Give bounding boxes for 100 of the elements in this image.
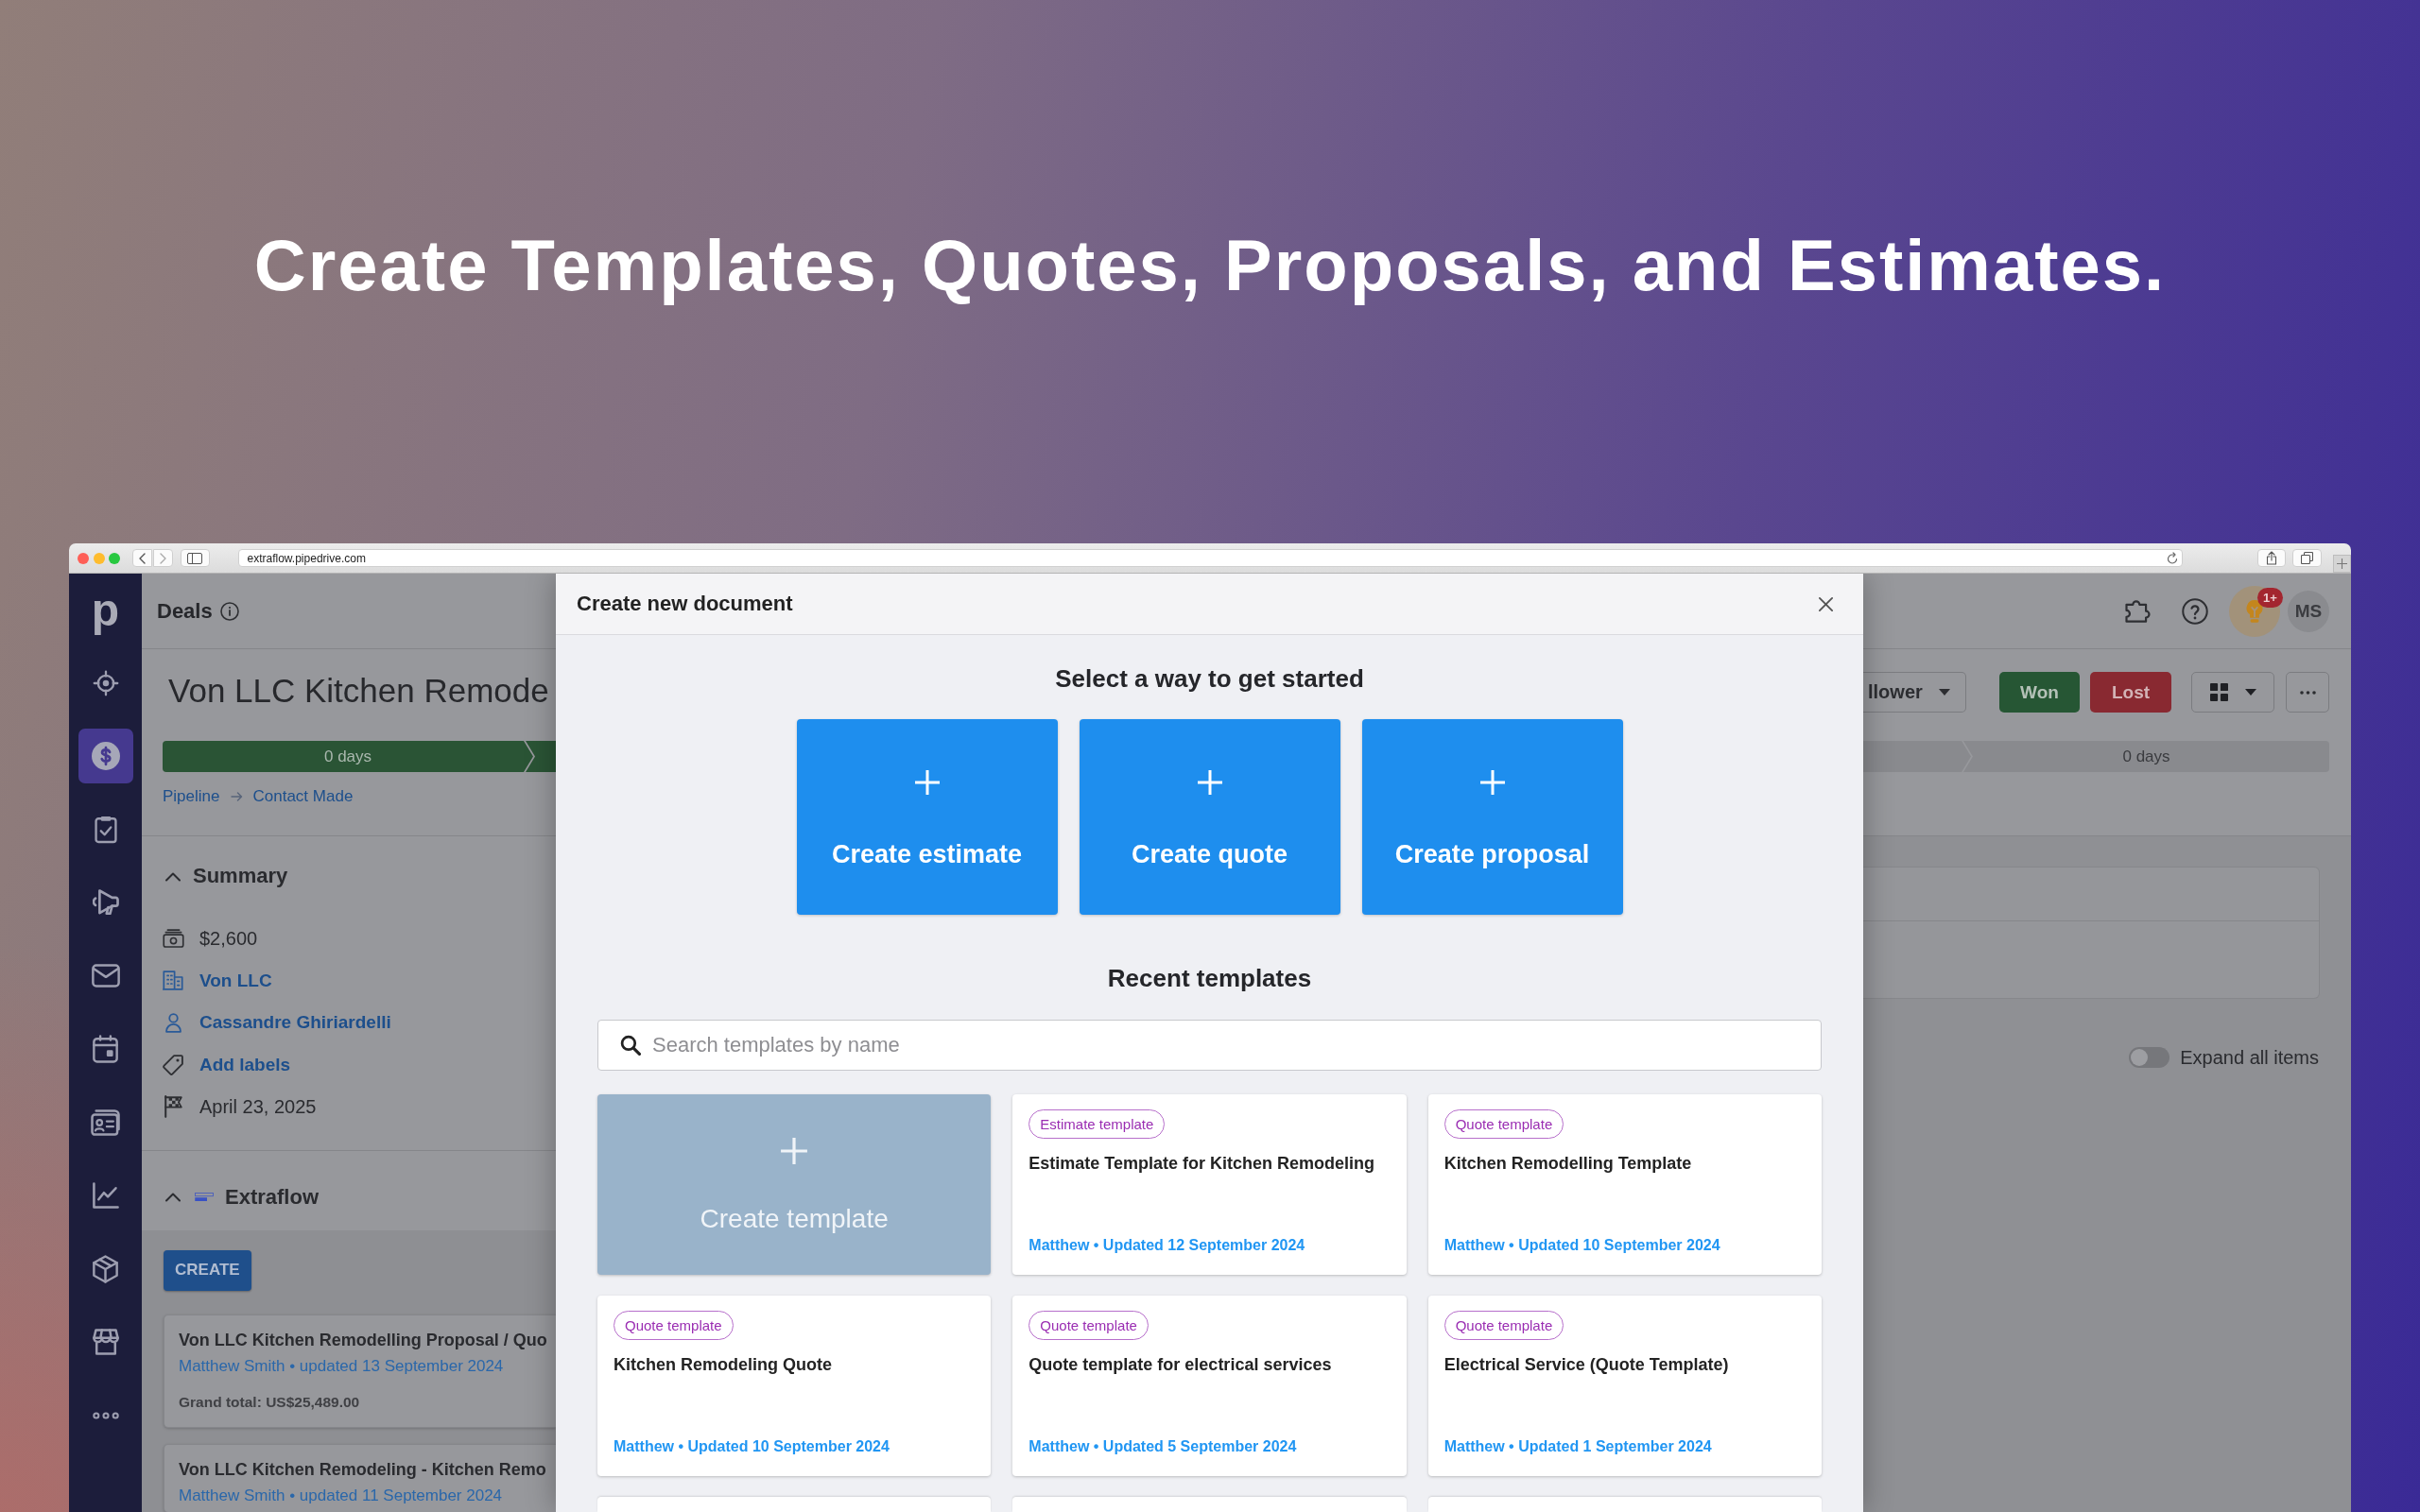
breadcrumb-link[interactable]: Contact Made — [252, 787, 354, 806]
sidebar-button[interactable] — [180, 549, 210, 567]
user-avatar[interactable]: MS — [2288, 590, 2329, 632]
tabs-icon — [2300, 552, 2313, 564]
section-heading: Recent templates — [1107, 964, 1312, 992]
plus-icon — [1478, 769, 1506, 796]
lost-button[interactable]: Lost — [2090, 672, 2171, 713]
reload-icon — [2166, 552, 2178, 564]
document-total: Grand total: US$25,489.00 — [179, 1392, 361, 1412]
template-card[interactable]: Quote template Kitchen Remodeling Quote Matthew • Updated 10 September 2024 — [597, 1296, 992, 1476]
chevron-up-icon[interactable] — [164, 1192, 182, 1202]
document-card[interactable]: Von LLC Kitchen Remodelling Proposal / Quo Matthew Smith • updated 13 September 2024 Grand total: US$25,489.00 — [164, 1314, 556, 1428]
chevron-up-icon[interactable] — [164, 870, 182, 882]
toggle-switch[interactable] — [2129, 1047, 2170, 1068]
plus-icon — [780, 1137, 809, 1165]
document-title: Von LLC Kitchen Remodelling Proposal / Quo — [179, 1329, 548, 1350]
new-tab-button[interactable] — [2332, 555, 2351, 573]
puzzle-icon[interactable] — [2125, 599, 2151, 623]
headline: Create Templates, Quotes, Proposals, and Estimates. — [253, 223, 2167, 307]
search-icon — [620, 1035, 641, 1056]
address-bar[interactable]: extraflow.pipedrive.com — [237, 549, 2183, 567]
grid-icon — [2209, 683, 2228, 701]
create-option-button[interactable]: Create estimate — [796, 719, 1058, 915]
create-option-button[interactable]: Create proposal — [1361, 719, 1623, 915]
notification-badge: 1+ — [2257, 587, 2283, 608]
target-icon — [92, 669, 119, 696]
section-title: Summary — [193, 864, 288, 888]
close-button[interactable] — [1818, 595, 1834, 612]
modal-title: Create new document — [577, 592, 793, 616]
document-title: Von LLC Kitchen Remodeling - Kitchen Remo — [179, 1458, 547, 1480]
plus-icon — [913, 769, 941, 796]
breadcrumb-link[interactable]: Pipeline — [163, 787, 220, 806]
organization-link[interactable]: Von LLC — [199, 969, 272, 992]
page-title: Deals — [157, 598, 213, 624]
cash-icon — [162, 929, 184, 949]
stage-segment[interactable]: 0 days — [163, 741, 533, 772]
create-button[interactable]: CREATE — [164, 1249, 251, 1291]
help-icon[interactable] — [2182, 597, 2208, 625]
plus-icon — [2336, 558, 2347, 569]
chevron-right-icon — [159, 552, 166, 564]
won-button[interactable]: Won — [1999, 672, 2080, 713]
envelope-icon — [91, 964, 120, 988]
chevron-left-icon — [138, 552, 146, 564]
lightbulb-icon — [2246, 599, 2263, 623]
stage-segment[interactable]: 0 days — [1963, 741, 2329, 772]
calendar-icon — [93, 1035, 118, 1064]
toggle-label: Expand all items — [2180, 1046, 2319, 1069]
line-chart-icon — [92, 1182, 119, 1210]
share-button[interactable] — [2256, 549, 2286, 567]
template-title: Estimate Template for Kitchen Remodeling — [1028, 1153, 1375, 1175]
cube-icon — [93, 1254, 118, 1283]
person-link[interactable]: Cassandre Ghiriardelli — [199, 1011, 391, 1035]
clipboard-icon — [94, 815, 117, 844]
template-title: Electrical Service (Quote Template) — [1443, 1354, 1729, 1376]
add-labels-link[interactable]: Add labels — [199, 1053, 291, 1076]
template-card[interactable]: Quote template Electrical Service (Quote Template) Matthew • Updated 1 September 2024 — [1427, 1296, 1822, 1476]
building-icon — [163, 971, 183, 991]
search-field[interactable]: Search templates by name — [597, 1020, 1822, 1071]
back-button[interactable] — [131, 549, 152, 567]
template-title: Quote template for electrical services — [1028, 1354, 1332, 1376]
tips-button[interactable]: 1+ — [2229, 585, 2280, 637]
arrow-right-icon — [230, 792, 243, 801]
section-heading: Select a way to get started — [1055, 664, 1364, 693]
template-meta: Matthew • Updated 5 September 2024 — [1028, 1437, 1297, 1456]
template-meta: Matthew • Updated 10 September 2024 — [614, 1437, 890, 1456]
template-card[interactable]: Estimate template Estimate Template for Kitchen Remodeling Matthew • Updated 12 September 2024 — [1012, 1094, 1407, 1275]
flag-icon — [164, 1095, 182, 1119]
template-card[interactable]: Quote template Kitchen Remodelling Template Matthew • Updated 10 September 2024 — [1427, 1094, 1822, 1275]
logo-icon — [195, 1193, 214, 1201]
template-meta: Matthew • Updated 10 September 2024 — [1443, 1236, 1720, 1255]
close-date: April 23, 2025 — [199, 1095, 317, 1119]
template-title: Kitchen Remodelling Template — [1443, 1153, 1692, 1175]
view-switch-button[interactable] — [2191, 672, 2274, 713]
section-title: Extraflow — [225, 1184, 320, 1210]
close-icon — [1818, 595, 1834, 612]
plus-icon — [1196, 769, 1223, 796]
nav-button[interactable] — [78, 729, 133, 784]
more-icon — [2299, 690, 2316, 695]
document-meta: Matthew Smith • updated 13 September 2024 — [179, 1355, 505, 1377]
megaphone-icon — [92, 889, 119, 917]
stage-segment[interactable] — [526, 741, 556, 772]
dollar-icon — [91, 742, 120, 771]
tabs-button[interactable] — [2291, 549, 2322, 567]
storefront-icon — [92, 1329, 119, 1356]
info-icon[interactable] — [219, 601, 239, 621]
create-option-button[interactable]: Create quote — [1079, 719, 1340, 915]
share-icon — [2265, 551, 2277, 565]
template-title: Kitchen Remodeling Quote — [614, 1354, 832, 1376]
document-meta: Matthew Smith • updated 11 September 2024 — [179, 1485, 504, 1506]
deal-title: Von LLC Kitchen Remode — [168, 672, 550, 710]
template-card[interactable]: Quote template Quote template for electrical services Matthew • Updated 5 September 2024 — [1012, 1296, 1407, 1476]
caret-icon — [1939, 689, 1950, 696]
person-icon — [164, 1012, 182, 1033]
template-meta: Matthew • Updated 1 September 2024 — [1443, 1437, 1712, 1456]
tag-icon — [163, 1054, 183, 1075]
document-card[interactable]: Von LLC Kitchen Remodeling - Kitchen Remo Matthew Smith • updated 11 September 2024 — [164, 1443, 556, 1512]
more-icon — [92, 1411, 119, 1419]
contact-card-icon — [91, 1108, 120, 1136]
sidebar-icon — [187, 552, 202, 564]
template-meta: Matthew • Updated 12 September 2024 — [1028, 1236, 1305, 1255]
